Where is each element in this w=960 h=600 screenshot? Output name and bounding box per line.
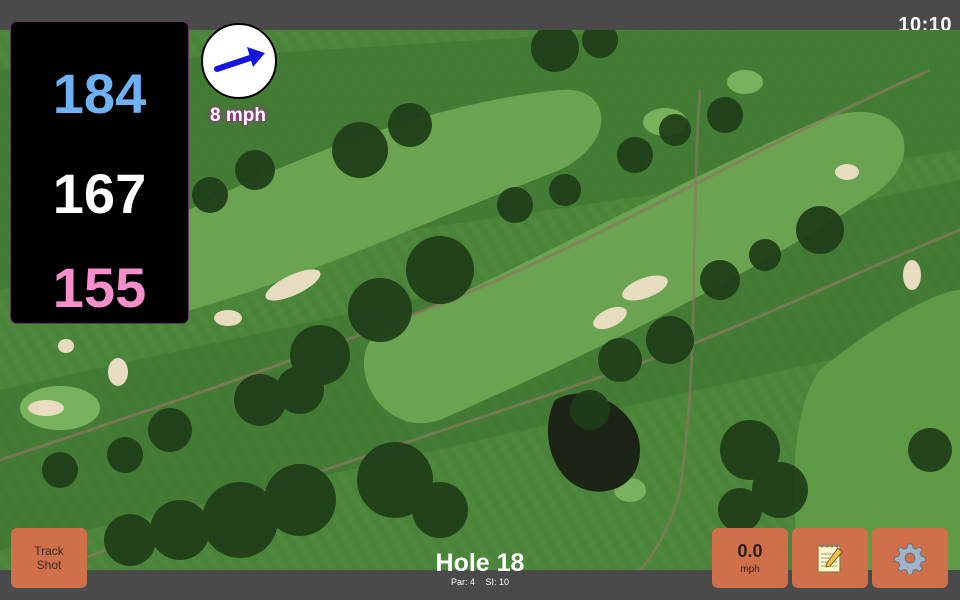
speed-value: 0.0 <box>737 541 763 561</box>
wind-speed: 8 mph <box>210 105 266 126</box>
center-distance: 167 <box>52 162 147 225</box>
settings-button[interactable] <box>872 528 948 588</box>
wind-indicator <box>201 23 277 99</box>
track-shot-button[interactable]: Track Shot <box>11 528 87 588</box>
front-distance: 155 <box>52 256 147 319</box>
distance-panel: 184 167 155 <box>11 22 188 323</box>
arrow-up-right-icon <box>214 47 265 72</box>
hole-title: Hole 18 <box>435 549 525 577</box>
hole-info: Par: 4 SI: 10 <box>380 577 580 587</box>
hole-par: Par: 4 <box>450 577 475 587</box>
speed-unit: mph <box>740 564 760 575</box>
notes-button[interactable] <box>792 528 868 588</box>
back-distance: 184 <box>52 62 147 125</box>
hole-stroke-index: SI: 10 <box>485 577 510 587</box>
notepad-icon <box>817 544 843 573</box>
speed-button[interactable]: 0.0 mph <box>712 528 788 588</box>
gear-icon <box>894 543 926 574</box>
track-shot-label: Track Shot <box>34 544 64 572</box>
